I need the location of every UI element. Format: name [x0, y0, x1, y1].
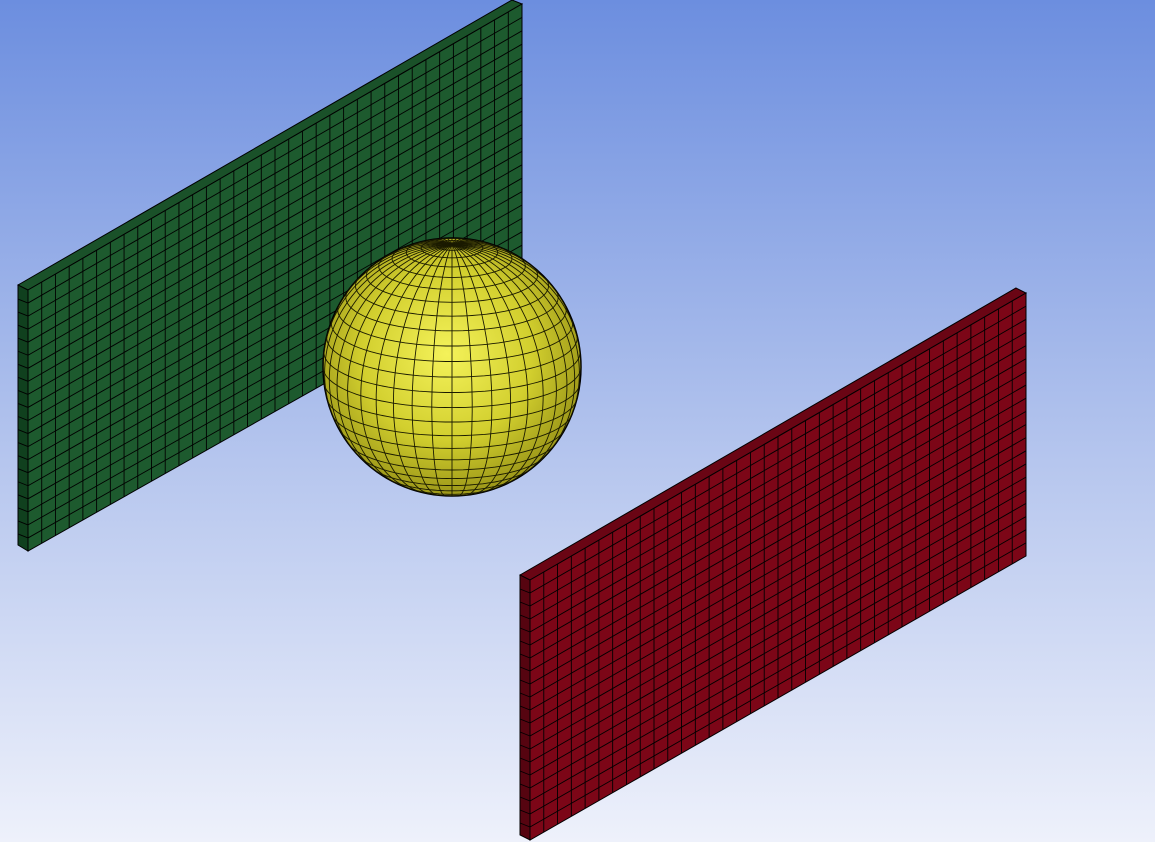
model-view[interactable]	[0, 0, 1155, 842]
green-plate-side	[17, 280, 29, 552]
red-plate-side	[519, 571, 531, 841]
graphics-viewport[interactable]	[0, 0, 1155, 842]
sphere-body[interactable]	[322, 237, 582, 497]
